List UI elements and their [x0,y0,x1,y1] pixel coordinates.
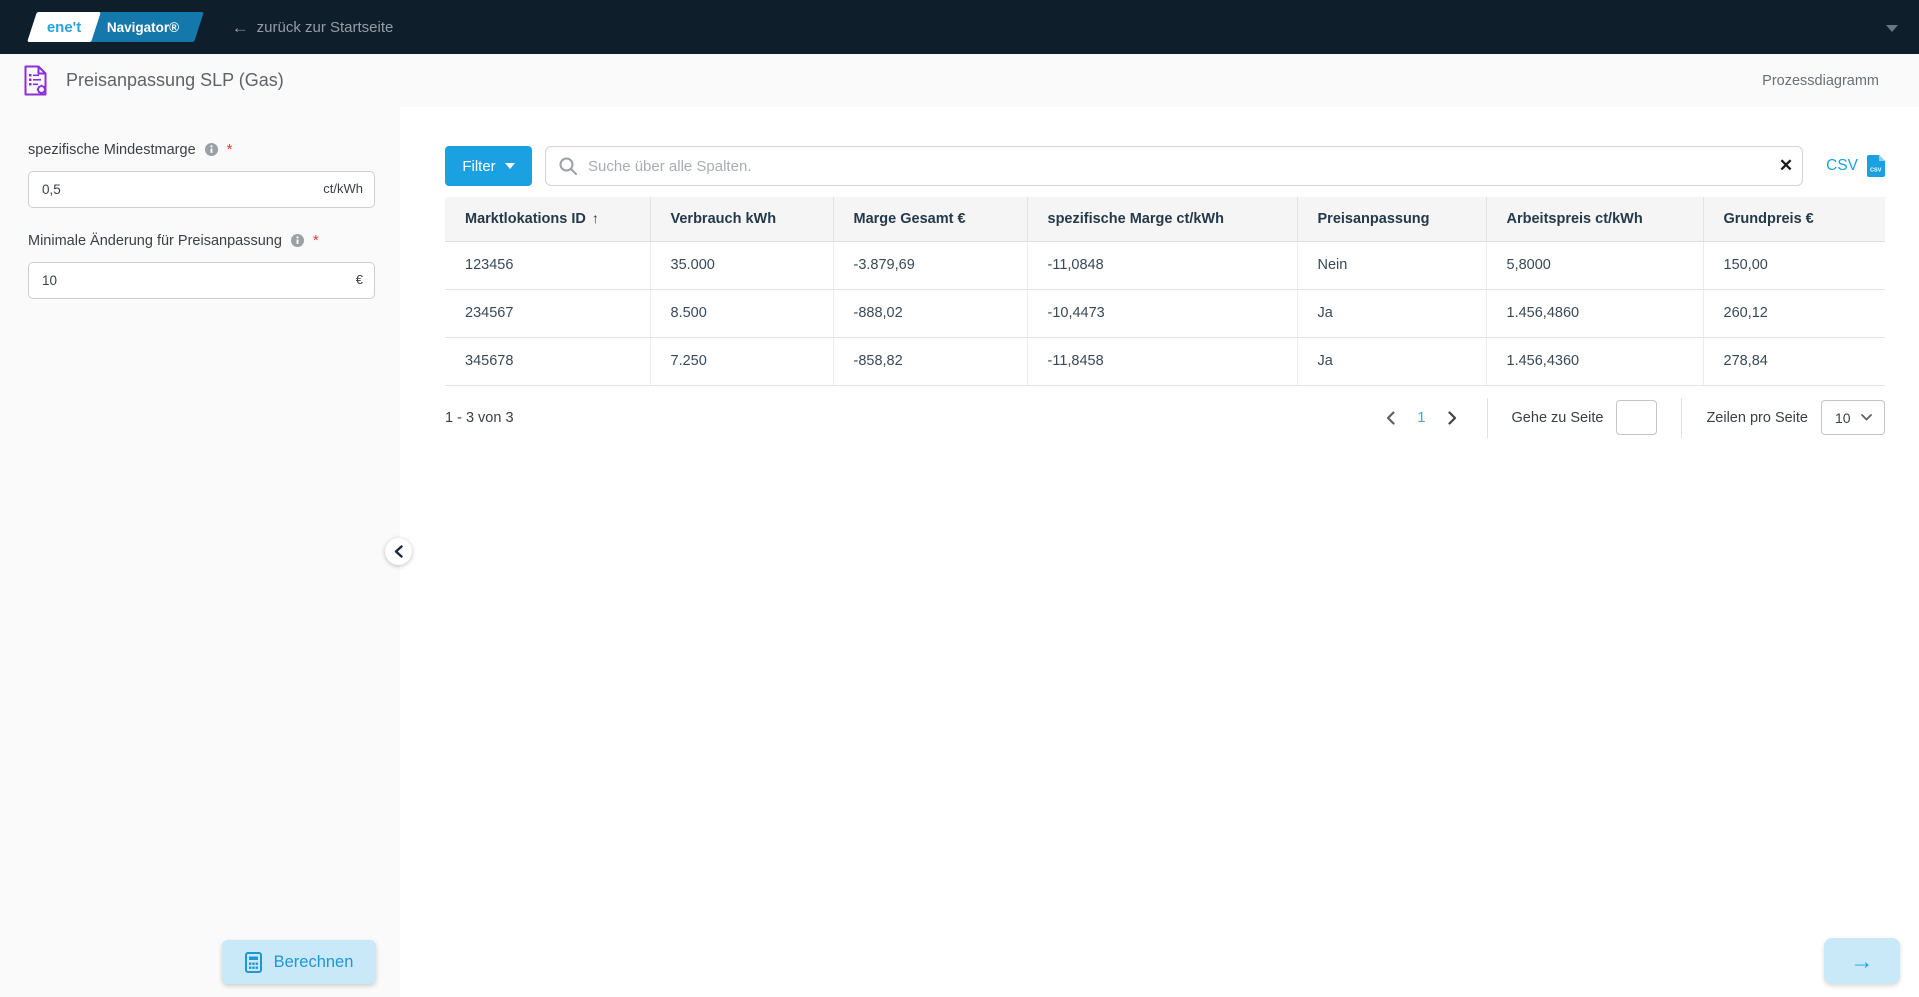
back-to-start-link[interactable]: ← zurück zur Startseite [232,19,394,36]
cell-arbeitspreis: 1.456,4860 [1486,289,1703,337]
cell-spezifische-marge: -11,8458 [1027,337,1297,385]
cell-spezifische-marge: -11,0848 [1027,241,1297,289]
csv-label: CSV [1826,157,1858,175]
cell-marktlokations-id: 345678 [445,337,650,385]
chevron-down-icon [1861,414,1872,421]
divider [1487,398,1488,438]
min-change-label: Minimale Änderung für Preisanpassung [28,233,282,249]
results-table: Marktlokations ID↑ Verbrauch kWh Marge G… [445,197,1885,386]
min-change-unit: € [356,272,363,287]
previous-page-button[interactable] [1380,407,1401,429]
chevron-down-icon [505,163,515,169]
cell-marktlokations-id: 234567 [445,289,650,337]
csv-export-link[interactable]: CSV CSV [1826,155,1885,177]
column-header-arbeitspreis[interactable]: Arbeitspreis ct/kWh [1486,197,1703,241]
cell-marge-gesamt: -858,82 [833,337,1027,385]
brand-primary-text: ene't [47,19,81,36]
min-change-input[interactable] [28,262,375,299]
cell-verbrauch: 35.000 [650,241,833,289]
column-header-marktlokations-id[interactable]: Marktlokations ID↑ [445,197,650,241]
required-asterisk: * [227,141,233,158]
table-toolbar: Filter ✕ CSV CSV [445,146,1885,186]
cell-preisanpassung: Nein [1297,241,1486,289]
cell-arbeitspreis: 5,8000 [1486,241,1703,289]
content-area: spezifische Mindestmarge * ct/kWh Minima… [0,107,1919,997]
sidebar-collapse-button[interactable] [385,538,412,565]
filter-button-label: Filter [462,158,495,175]
required-asterisk: * [313,232,319,249]
current-page-number[interactable]: 1 [1417,409,1425,426]
column-header-grundpreis[interactable]: Grundpreis € [1703,197,1885,241]
user-menu-caret-icon[interactable] [1886,25,1898,32]
cell-marge-gesamt: -888,02 [833,289,1027,337]
table-row: 345678 7.250 -858,82 -11,8458 Ja 1.456,4… [445,337,1885,385]
cell-marge-gesamt: -3.879,69 [833,241,1027,289]
search-input[interactable] [545,146,1803,186]
row-range-text: 1 - 3 von 3 [445,410,514,426]
search-field-wrapper: ✕ [545,146,1803,186]
logo-primary-segment: ene't [27,12,101,42]
enet-navigator-logo: ene't Navigator® [32,12,200,42]
next-step-button[interactable]: → [1824,938,1900,984]
csv-file-icon: CSV [1867,155,1885,177]
logo-secondary-segment: Navigator® [87,12,205,42]
chevron-right-icon [1448,411,1457,425]
min-margin-unit: ct/kWh [323,181,363,196]
table-row: 123456 35.000 -3.879,69 -11,0848 Nein 5,… [445,241,1885,289]
column-header-spezifische-marge[interactable]: spezifische Marge ct/kWh [1027,197,1297,241]
cell-spezifische-marge: -10,4473 [1027,289,1297,337]
cell-preisanpassung: Ja [1297,337,1486,385]
column-header-preisanpassung[interactable]: Preisanpassung [1297,197,1486,241]
parameters-sidebar: spezifische Mindestmarge * ct/kWh Minima… [0,107,400,997]
info-icon[interactable] [291,234,304,247]
chevron-left-icon [1386,411,1395,425]
info-icon[interactable] [205,143,218,156]
back-arrow-icon: ← [232,19,249,36]
min-change-field-group: Minimale Änderung für Preisanpassung * € [28,232,375,299]
cell-grundpreis: 278,84 [1703,337,1885,385]
cell-preisanpassung: Ja [1297,289,1486,337]
sort-ascending-icon: ↑ [592,210,599,226]
cell-marktlokations-id: 123456 [445,241,650,289]
back-link-label: zurück zur Startseite [257,19,394,36]
top-navigation-bar: ene't Navigator® ← zurück zur Startseite [0,0,1919,54]
cell-verbrauch: 7.250 [650,337,833,385]
svg-text:CSV: CSV [1870,168,1882,174]
page-header: Preisanpassung SLP (Gas) Prozessdiagramm [0,54,1919,107]
pagination-bar: 1 - 3 von 3 1 Gehe zu Seite Zeilen p [445,398,1885,438]
min-margin-field-group: spezifische Mindestmarge * ct/kWh [28,141,375,208]
next-page-button[interactable] [1442,407,1463,429]
page-title: Preisanpassung SLP (Gas) [66,70,284,91]
cell-grundpreis: 260,12 [1703,289,1885,337]
rows-per-page-select[interactable]: 10 [1821,400,1885,435]
calculate-button[interactable]: Berechnen [222,940,376,984]
min-margin-label: spezifische Mindestmarge [28,142,196,158]
divider [1681,398,1682,438]
rows-per-page-label: Zeilen pro Seite [1706,410,1808,426]
goto-page-input[interactable] [1616,400,1657,435]
cell-grundpreis: 150,00 [1703,241,1885,289]
brand-secondary-text: Navigator® [107,20,179,35]
search-icon [558,156,578,176]
calculate-button-label: Berechnen [274,953,354,972]
calculator-icon [245,952,262,973]
cell-arbeitspreis: 1.456,4360 [1486,337,1703,385]
filter-button[interactable]: Filter [445,146,532,186]
table-row: 234567 8.500 -888,02 -10,4473 Ja 1.456,4… [445,289,1885,337]
results-panel: Filter ✕ CSV CSV [400,107,1919,997]
table-header-row: Marktlokations ID↑ Verbrauch kWh Marge G… [445,197,1885,241]
column-header-verbrauch[interactable]: Verbrauch kWh [650,197,833,241]
process-diagram-link[interactable]: Prozessdiagramm [1762,73,1879,89]
chevron-left-icon [394,545,403,558]
cell-verbrauch: 8.500 [650,289,833,337]
column-header-marge-gesamt[interactable]: Marge Gesamt € [833,197,1027,241]
document-gear-icon [22,65,49,96]
clear-search-button[interactable]: ✕ [1779,153,1793,179]
goto-page-label: Gehe zu Seite [1512,410,1604,426]
rows-per-page-value: 10 [1835,410,1851,426]
